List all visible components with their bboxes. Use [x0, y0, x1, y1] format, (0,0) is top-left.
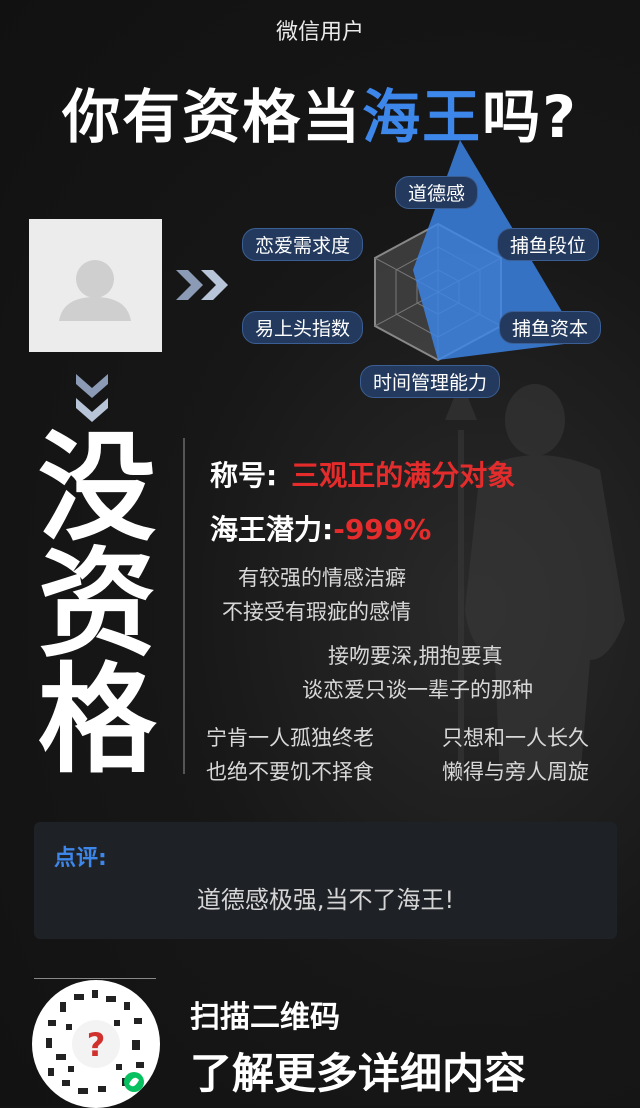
trait-text: 宁肯一人孤独终老: [206, 726, 374, 750]
radar-label-fishing-capital: 捕鱼资本: [499, 311, 602, 344]
qr-divider: [34, 978, 156, 979]
trait-text: 懒得与旁人周旋: [442, 760, 589, 784]
verdict-char: 资: [37, 535, 156, 673]
qr-code-icon: ?: [46, 990, 144, 1094]
avatar[interactable]: [29, 219, 162, 352]
trait-text: 只想和一人长久: [442, 726, 589, 750]
verdict-char: 没: [37, 419, 156, 557]
radar-label-morality: 道德感: [395, 176, 479, 209]
radar-label-time-management: 时间管理能力: [360, 365, 501, 398]
trait-text: 也绝不要饥不择食: [206, 760, 374, 784]
radar-chart: 道德感 捕鱼段位 捕鱼资本 时间管理能力 易上头指数 恋爱需求度: [235, 140, 640, 400]
trait-text: 谈恋爱只谈一辈子的那种: [302, 678, 533, 702]
potential-row: 海王潜力:-999%: [210, 508, 431, 548]
avatar-placeholder-icon: [59, 260, 131, 321]
scan-prompt: 扫描二维码: [190, 1000, 340, 1035]
silhouette-figure: [445, 380, 625, 780]
svg-text:?: ?: [87, 1026, 106, 1064]
review-title: 点评:: [54, 846, 107, 871]
potential-label: 海王潜力:: [210, 513, 334, 546]
verdict-char: 格: [37, 651, 156, 789]
potential-value: -999%: [333, 513, 432, 546]
trait-text: 有较强的情感洁癖: [238, 566, 406, 590]
title-row: 称号: 三观正的满分对象: [210, 454, 515, 494]
radar-label-love-need: 恋爱需求度: [242, 228, 364, 261]
qr-code[interactable]: ?: [32, 980, 160, 1108]
title-label: 称号:: [210, 459, 278, 492]
more-info-text: 了解更多详细内容: [190, 1049, 527, 1098]
verdict: 没 资 格: [32, 419, 162, 789]
radar-label-addiction-index: 易上头指数: [242, 311, 364, 344]
divider: [183, 438, 185, 774]
review-content: 道德感极强,当不了海王!: [196, 886, 455, 914]
radar-label-fishing-rank: 捕鱼段位: [497, 228, 600, 261]
trait-text: 接吻要深,拥抱要真: [328, 644, 503, 668]
user-name: 微信用户: [275, 20, 364, 45]
trait-text: 不接受有瑕疵的感情: [222, 600, 411, 624]
chevron-right-icon: [176, 270, 228, 300]
title-value: 三观正的满分对象: [291, 459, 516, 492]
review-card: 点评: 道德感极强,当不了海王!: [34, 822, 617, 939]
